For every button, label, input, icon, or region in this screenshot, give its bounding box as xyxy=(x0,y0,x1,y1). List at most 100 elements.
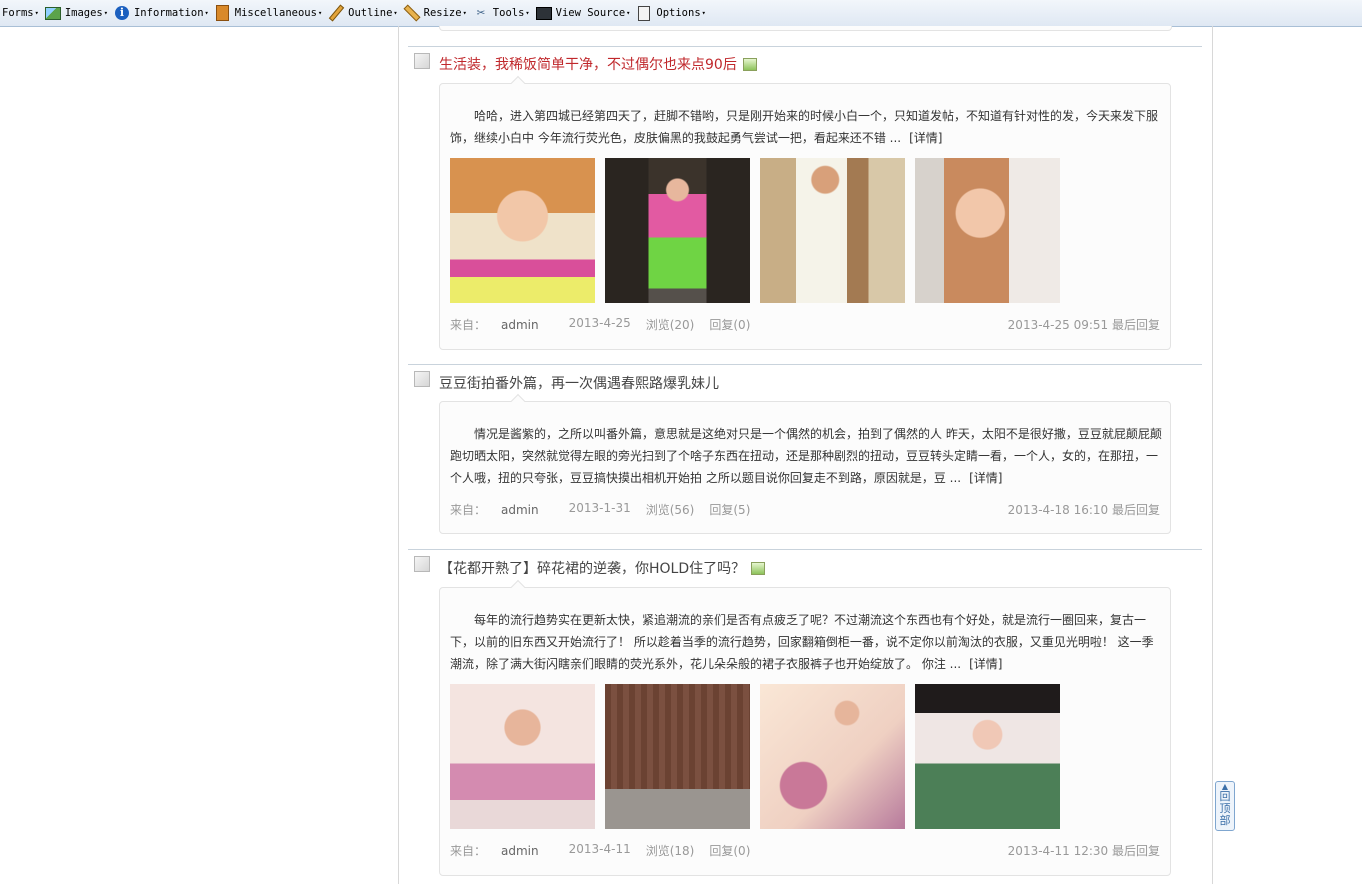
post-date: 2013-1-31 xyxy=(568,501,631,515)
post-divider xyxy=(408,46,1202,47)
author: 来自： admin xyxy=(450,501,554,518)
detail-link[interactable]: [详情] xyxy=(969,471,1002,485)
toolbar-view-source-menu[interactable]: View Source ▾ xyxy=(535,5,631,21)
post-card: 哈哈，进入第四城已经第四天了，赶脚不错哟，只是刚开始来的时候小白一个，只知道发帖… xyxy=(439,83,1171,350)
post-photo-thumbnail[interactable] xyxy=(450,684,595,829)
author-prefix: 来自： xyxy=(450,503,487,517)
post-photo-thumbnail[interactable] xyxy=(760,158,905,303)
post-title-link[interactable]: 豆豆街拍番外篇，再一次偶遇春熙路爆乳妹儿 xyxy=(439,373,719,393)
reply-count: 回复(5) xyxy=(709,503,751,517)
post-divider xyxy=(408,364,1202,365)
toolbar-miscellaneous-menu[interactable]: Miscellaneous ▾ xyxy=(215,5,322,21)
post-date: 2013-4-11 xyxy=(568,842,631,856)
author: 来自： admin xyxy=(450,316,554,333)
post-meta: 来自： admin 2013-1-31 浏览(56) 回复(5) 2013-4-1… xyxy=(450,501,1160,518)
chevron-down-icon: ▾ xyxy=(462,9,467,17)
toolbar-outline-label: Outline xyxy=(348,7,393,19)
toolbar-information-label: Information xyxy=(133,7,204,19)
chevron-down-icon: ▾ xyxy=(525,9,530,17)
post-photo-thumbnail[interactable] xyxy=(605,684,750,829)
last-reply-time: 2013-4-18 16:10 最后回复 xyxy=(1007,503,1160,517)
post-divider xyxy=(408,549,1202,550)
ruler-icon xyxy=(403,4,421,22)
options-icon xyxy=(636,5,652,21)
detail-link[interactable]: [详情] xyxy=(909,131,942,145)
toolbar-resize-menu[interactable]: Resize ▾ xyxy=(403,4,467,22)
toolbar-tools-menu[interactable]: ✂ Tools ▾ xyxy=(473,5,530,21)
toolbar-options-menu[interactable]: Options ▾ xyxy=(636,5,706,21)
chevron-down-icon: ▾ xyxy=(701,9,706,17)
back-to-top-button[interactable]: ▲ 回 顶 部 xyxy=(1215,781,1235,831)
view-count: 浏览(56) xyxy=(645,503,695,517)
post-photo-thumbnail[interactable] xyxy=(915,684,1060,829)
source-icon xyxy=(535,5,552,21)
content-left-border xyxy=(398,26,399,884)
post-summary-text: 哈哈，进入第四城已经第四天了，赶脚不错哟，只是刚开始来的时候小白一个，只知道发帖… xyxy=(450,109,1159,145)
detail-link[interactable]: [详情] xyxy=(969,657,1002,671)
post-photo-thumbnail[interactable] xyxy=(915,158,1060,303)
last-reply-time: 2013-4-25 09:51 最后回复 xyxy=(1007,318,1160,332)
content-right-border xyxy=(1212,26,1213,884)
toolbar-images-menu[interactable]: Images ▾ xyxy=(44,5,108,21)
post-photo-thumbnail[interactable] xyxy=(760,684,905,829)
post-summary: 情况是酱紫的，之所以叫番外篇，意思就是这绝对只是一个偶然的机会，拍到了偶然的人 … xyxy=(450,423,1162,489)
image-attachment-icon xyxy=(751,561,766,575)
toolbar-miscellaneous-label: Miscellaneous xyxy=(234,7,317,19)
back-to-top-label-3: 部 xyxy=(1219,814,1231,827)
toolbar-forms-menu[interactable]: Forms ▾ xyxy=(2,7,39,19)
reply-count: 回复(0) xyxy=(709,318,751,332)
post-title: 【花都开熟了】碎花裙的逆袭，你HOLD住了吗？ xyxy=(439,558,766,578)
view-count: 浏览(18) xyxy=(645,844,695,858)
reply-count: 回复(0) xyxy=(709,844,751,858)
toolbar-forms-label: Forms xyxy=(2,7,34,19)
toolbar-resize-label: Resize xyxy=(423,7,462,19)
chevron-down-icon: ▾ xyxy=(317,9,323,17)
info-icon: i xyxy=(114,5,130,21)
author-link[interactable]: admin xyxy=(501,503,539,517)
author-link[interactable]: admin xyxy=(501,844,539,858)
author-prefix: 来自： xyxy=(450,844,487,858)
post-title: 豆豆街拍番外篇，再一次偶遇春熙路爆乳妹儿 xyxy=(439,373,719,393)
image-icon xyxy=(44,5,61,21)
post-icon xyxy=(414,556,430,572)
tools-icon: ✂ xyxy=(476,5,486,21)
chevron-down-icon: ▾ xyxy=(626,9,631,17)
post-photo-thumbnail[interactable] xyxy=(605,158,750,303)
post-thumbnails xyxy=(450,684,1070,829)
misc-icon xyxy=(215,5,231,21)
previous-post-card-edge xyxy=(439,26,1172,31)
toolbar-view-source-label: View Source xyxy=(555,7,626,19)
post-card: 每年的流行趋势实在更新太快，紧追潮流的亲们是否有点疲乏了呢？不过潮流这个东西也有… xyxy=(439,587,1171,876)
post-photo-thumbnail[interactable] xyxy=(450,158,595,303)
toolbar-images-label: Images xyxy=(64,7,103,19)
post-card: 情况是酱紫的，之所以叫番外篇，意思就是这绝对只是一个偶然的机会，拍到了偶然的人 … xyxy=(439,401,1171,534)
web-developer-toolbar: Forms ▾ Images ▾ i Information ▾ Miscellane… xyxy=(0,0,1362,27)
post-title: 生活装，我稀饭简单干净，不过偶尔也来点90后 xyxy=(439,54,757,74)
chevron-down-icon: ▾ xyxy=(204,9,209,17)
post-date: 2013-4-25 xyxy=(568,316,631,330)
toolbar-information-menu[interactable]: i Information ▾ xyxy=(114,5,209,21)
chevron-down-icon: ▾ xyxy=(103,9,108,17)
toolbar-options-label: Options xyxy=(656,7,701,19)
post-title-link[interactable]: 【花都开熟了】碎花裙的逆袭，你HOLD住了吗？ xyxy=(439,558,745,578)
post-thumbnails xyxy=(450,158,1070,303)
post-meta: 来自： admin 2013-4-11 浏览(18) 回复(0) 2013-4-1… xyxy=(450,842,1160,859)
author-prefix: 来自： xyxy=(450,318,487,332)
view-count: 浏览(20) xyxy=(645,318,695,332)
chevron-down-icon: ▾ xyxy=(34,9,39,17)
post-meta: 来自： admin 2013-4-25 浏览(20) 回复(0) 2013-4-2… xyxy=(450,316,1160,333)
post-summary: 哈哈，进入第四城已经第四天了，赶脚不错哟，只是刚开始来的时候小白一个，只知道发帖… xyxy=(450,105,1162,149)
image-attachment-icon xyxy=(742,57,757,71)
last-reply-time: 2013-4-11 12:30 最后回复 xyxy=(1007,844,1160,858)
post-icon xyxy=(414,371,430,387)
post-title-link[interactable]: 生活装，我稀饭简单干净，不过偶尔也来点90后 xyxy=(439,54,737,74)
pencil-icon xyxy=(328,4,344,22)
post-summary-text: 每年的流行趋势实在更新太快，紧追潮流的亲们是否有点疲乏了呢？不过潮流这个东西也有… xyxy=(450,613,1154,671)
toolbar-tools-label: Tools xyxy=(492,7,525,19)
post-icon xyxy=(414,53,430,69)
post-summary: 每年的流行趋势实在更新太快，紧追潮流的亲们是否有点疲乏了呢？不过潮流这个东西也有… xyxy=(450,609,1162,675)
author-link[interactable]: admin xyxy=(501,318,539,332)
toolbar-outline-menu[interactable]: Outline ▾ xyxy=(328,4,398,22)
post-summary-text: 情况是酱紫的，之所以叫番外篇，意思就是这绝对只是一个偶然的机会，拍到了偶然的人 … xyxy=(450,427,1162,485)
chevron-down-icon: ▾ xyxy=(393,9,398,17)
